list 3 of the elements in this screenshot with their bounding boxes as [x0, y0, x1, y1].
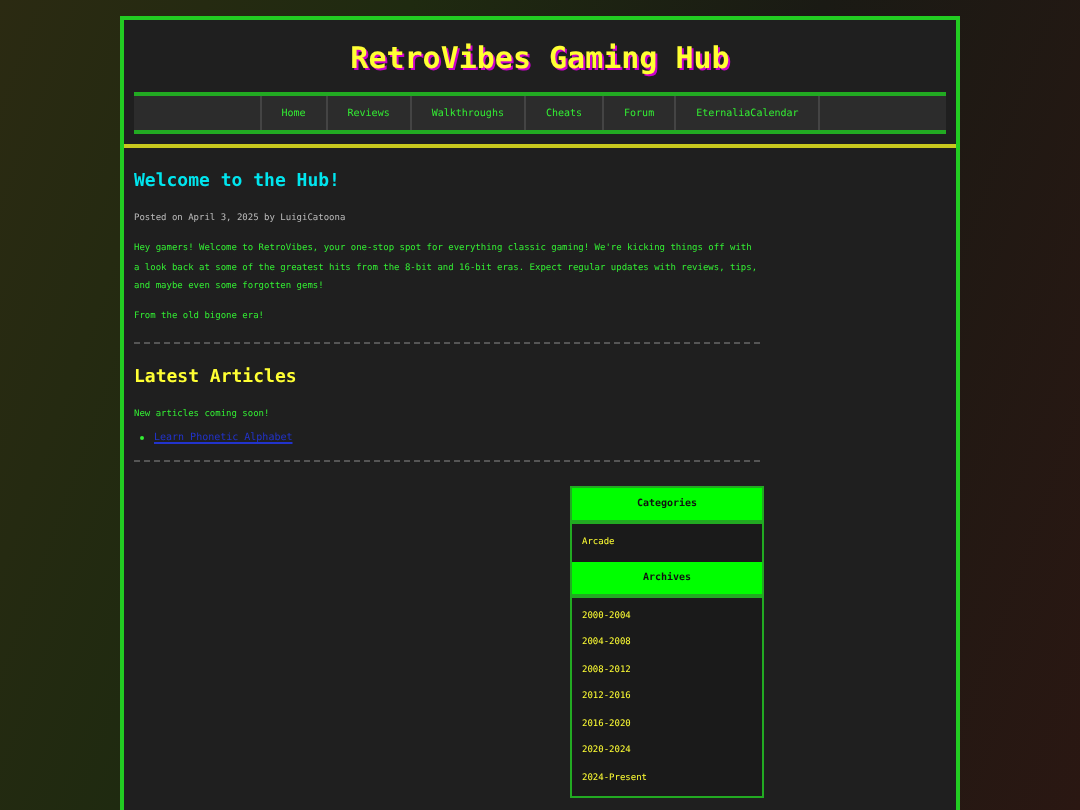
post-title: Welcome to the Hub! [134, 172, 342, 194]
site-title: RetroVibes Gaming Hub [348, 40, 732, 76]
section-title: Latest Articles [134, 368, 299, 390]
